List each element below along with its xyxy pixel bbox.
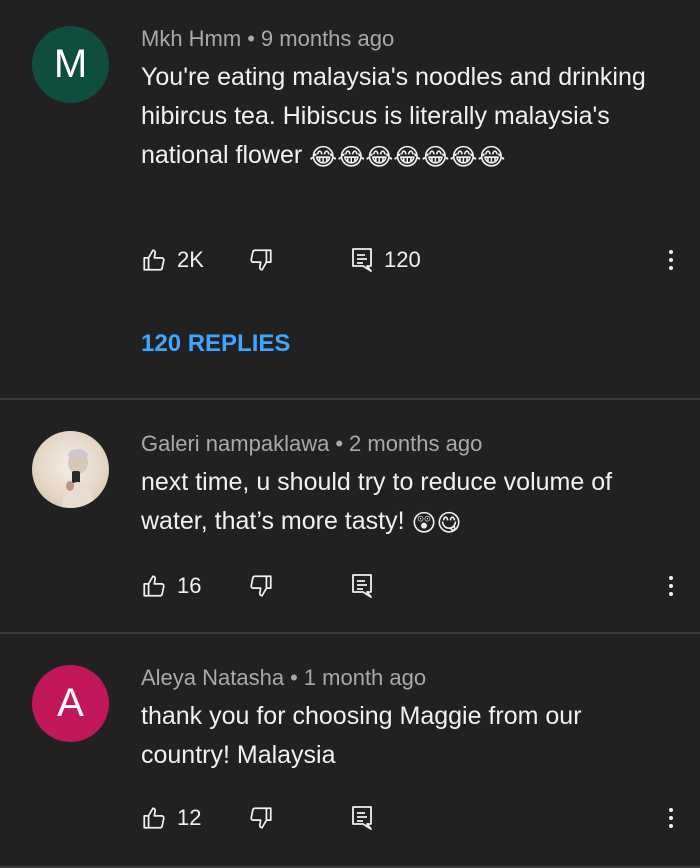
meta-separator: • [247, 26, 255, 51]
comment-text-content: thank you for choosing Maggie from our c… [141, 702, 582, 769]
like-button[interactable]: 2K [141, 243, 204, 277]
like-button[interactable]: 12 [141, 801, 201, 835]
comment-text-content: next time, u should try to reduce volume… [141, 468, 613, 535]
thumbs-up-icon [143, 807, 165, 829]
reply-button[interactable]: 120 [350, 243, 421, 277]
more-options-button[interactable] [661, 243, 681, 277]
more-vert-icon [669, 808, 673, 828]
comment-item: A Aleya Natasha • 1 month ago thank you fo… [0, 634, 700, 868]
comment-icon [352, 806, 372, 830]
thumbs-up-icon [143, 575, 165, 597]
comment-meta: Aleya Natasha • 1 month ago [141, 665, 426, 691]
emoji-group: 😂😂😂😂😂😂😂 [309, 144, 506, 171]
meta-separator: • [290, 665, 298, 690]
dislike-button[interactable] [248, 801, 274, 835]
comment-time[interactable]: 2 months ago [349, 431, 482, 456]
avatar[interactable]: A [32, 665, 109, 742]
comment-icon [352, 574, 372, 598]
author-name[interactable]: Mkh Hmm [141, 26, 241, 51]
comment-meta: Mkh Hmm • 9 months ago [141, 26, 394, 52]
comment-text: next time, u should try to reduce volume… [141, 463, 671, 541]
more-options-button[interactable] [661, 801, 681, 835]
comment-item: Galeri nampaklawa • 2 months ago next time… [0, 400, 700, 632]
like-button[interactable]: 16 [141, 569, 201, 603]
thumbs-down-icon [250, 575, 272, 597]
like-count: 12 [177, 805, 202, 830]
meta-separator: • [335, 431, 344, 456]
reply-count: 120 [384, 247, 421, 272]
author-name[interactable]: Galeri nampaklawa [141, 431, 329, 456]
comment-text: thank you for choosing Maggie from our c… [141, 697, 671, 775]
profile-photo-image [62, 449, 94, 508]
more-vert-icon [669, 576, 673, 596]
reply-button[interactable] [350, 801, 374, 835]
comment-actions: 12 [141, 801, 681, 835]
more-vert-icon [669, 250, 673, 270]
avatar[interactable] [32, 431, 109, 508]
avatar[interactable]: M [32, 26, 109, 103]
comment-icon [352, 248, 372, 272]
comment-item: M Mkh Hmm • 9 months ago You're eating mal… [0, 0, 700, 398]
avatar-letter: M [53, 42, 88, 86]
thumbs-up-icon [143, 249, 165, 271]
thumbs-down-icon [250, 807, 272, 829]
thumbs-down-icon [250, 249, 272, 271]
view-replies-link[interactable]: 120 REPLIES [141, 330, 290, 358]
comment-time[interactable]: 9 months ago [261, 26, 394, 51]
like-count: 16 [177, 573, 202, 598]
comment-time[interactable]: 1 month ago [304, 665, 426, 690]
comment-meta: Galeri nampaklawa • 2 months ago [141, 431, 482, 457]
like-count: 2K [177, 247, 204, 272]
emoji-group: 😲😋 [411, 510, 462, 537]
author-name[interactable]: Aleya Natasha [141, 665, 284, 690]
reply-button[interactable] [350, 569, 374, 603]
more-options-button[interactable] [661, 569, 681, 603]
comment-actions: 2K 120 [141, 243, 681, 277]
comment-text: You're eating malaysia's noodles and dri… [141, 58, 671, 175]
dislike-button[interactable] [248, 243, 274, 277]
avatar-letter: A [57, 681, 84, 725]
comment-actions: 16 [141, 569, 681, 603]
dislike-button[interactable] [248, 569, 274, 603]
